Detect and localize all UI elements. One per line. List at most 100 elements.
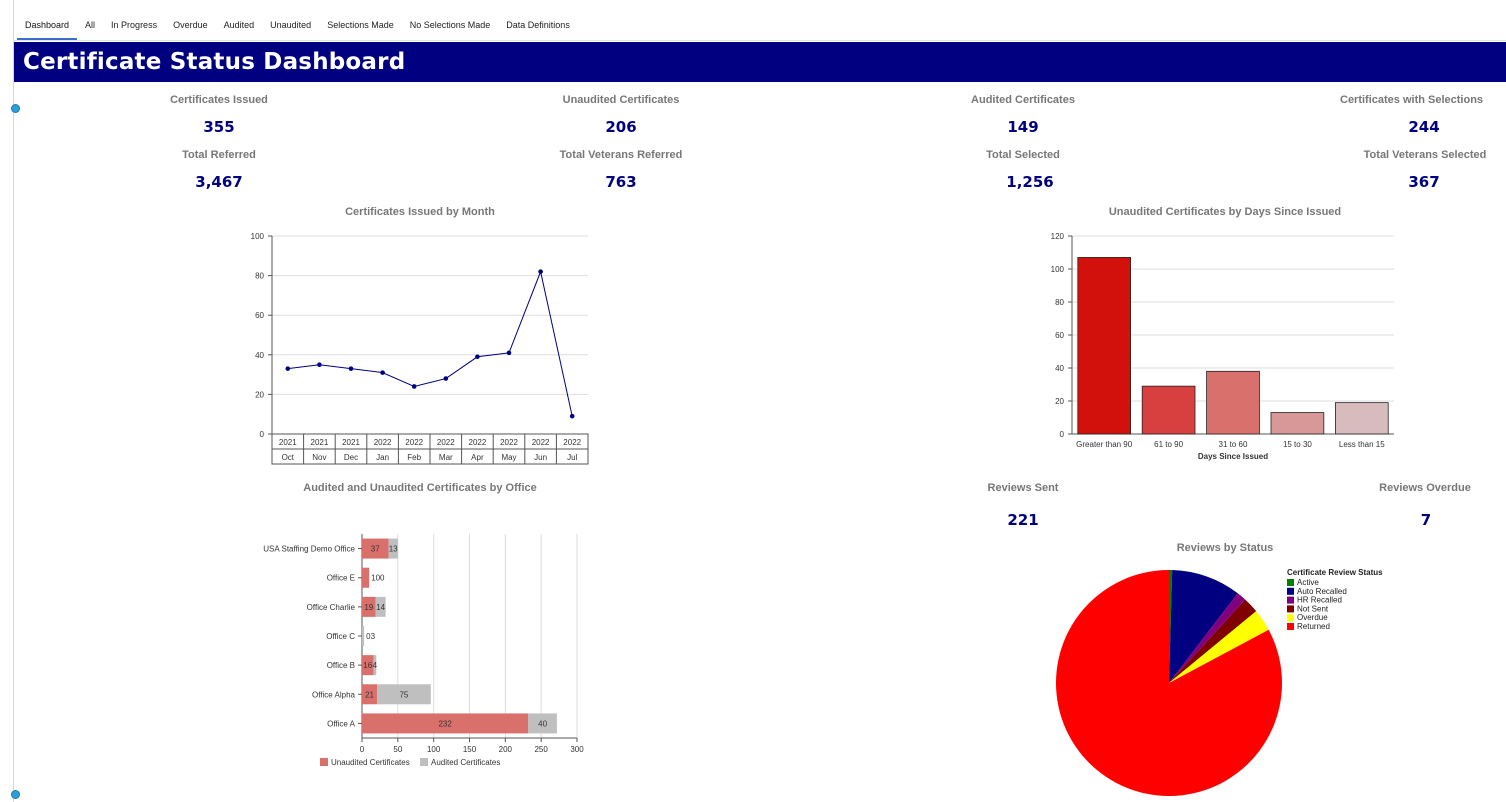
x-month-label: Mar <box>439 453 453 462</box>
y-tick-label: Office C <box>326 632 355 641</box>
kpi-total-veterans-selected-label: Total Veterans Selected <box>1363 149 1487 161</box>
y-tick-label: 20 <box>1055 397 1064 406</box>
kpi-audited-certificates-label: Audited Certificates <box>971 94 1075 106</box>
legend-swatch <box>1287 587 1294 595</box>
kpi-total-veterans-selected-value: 367 <box>1408 173 1440 191</box>
y-tick-label: 100 <box>1051 265 1065 274</box>
x-month-label: Dec <box>344 453 358 462</box>
data-label: 40 <box>538 719 547 728</box>
y-tick-label: 40 <box>255 351 264 360</box>
x-tick-label: 0 <box>360 745 365 754</box>
x-month-label: Jan <box>376 453 389 462</box>
y-tick-label: 20 <box>255 390 264 399</box>
kpi-reviews-sent-value: 221 <box>1007 511 1039 529</box>
x-year-label: 2022 <box>563 438 581 447</box>
legend-label: HR Recalled <box>1297 596 1342 605</box>
bar-segment <box>362 626 365 646</box>
legend-swatch <box>320 758 328 766</box>
x-year-label: 2022 <box>374 438 392 447</box>
x-month-label: Feb <box>407 453 421 462</box>
y-tick-label: Office Charlie <box>307 603 356 612</box>
tab-no-selections-made[interactable]: No Selections Made <box>402 14 499 34</box>
y-tick-label: 40 <box>1055 364 1064 373</box>
data-point <box>506 350 512 356</box>
data-label: 03 <box>366 632 375 641</box>
legend-title: Certificate Review Status <box>1287 568 1383 577</box>
data-label: 14 <box>376 603 385 612</box>
x-tick-label: 100 <box>427 745 441 754</box>
y-tick-label: 80 <box>1055 298 1064 307</box>
tab-all[interactable]: All <box>77 14 103 34</box>
tab-in-progress[interactable]: In Progress <box>103 14 165 34</box>
kpi-total-selected-label: Total Selected <box>986 149 1060 161</box>
kpi-reviews-overdue-value: 7 <box>1420 511 1432 529</box>
x-year-label: 2021 <box>342 438 360 447</box>
bar <box>1270 412 1325 435</box>
tab-data-definitions[interactable]: Data Definitions <box>498 14 578 34</box>
tab-dashboard[interactable]: Dashboard <box>17 14 78 40</box>
y-tick-label: Office A <box>327 719 356 728</box>
y-tick-label: Office B <box>327 661 355 670</box>
data-point <box>443 376 449 381</box>
bar <box>1206 370 1260 435</box>
y-tick-label: 120 <box>1051 232 1065 241</box>
kpi-reviews-sent-label: Reviews Sent <box>987 482 1059 494</box>
kpi-certificates-with-selections-value: 244 <box>1408 118 1440 136</box>
kpi-certificates-with-selections-clip: Certificates with Selections <box>1340 94 1506 108</box>
y-tick-label: USA Staffing Demo Office <box>263 545 355 554</box>
data-point <box>348 366 354 371</box>
anchor-dot-icon[interactable] <box>11 790 20 799</box>
legend-label: Auto Recalled <box>1297 587 1347 596</box>
x-tick-label: 50 <box>393 745 402 754</box>
data-label: 100 <box>371 574 385 583</box>
x-tick-label: 61 to 90 <box>1154 440 1183 449</box>
tab-audited[interactable]: Audited <box>216 14 263 34</box>
legend-swatch <box>1287 579 1294 586</box>
bar <box>1077 257 1132 435</box>
anchor-dot-icon[interactable] <box>11 104 20 113</box>
x-year-label: 2022 <box>532 438 550 447</box>
data-label: 21 <box>365 690 374 699</box>
x-year-label: 2021 <box>279 438 297 447</box>
tab-unaudited[interactable]: Unaudited <box>262 14 319 34</box>
x-tick-label: 150 <box>463 745 477 754</box>
legend-label: Audited Certificates <box>431 758 500 767</box>
data-label: 16 <box>363 661 372 670</box>
data-point <box>569 413 575 419</box>
pie-chart: Certificate Review StatusActiveAuto Reca… <box>1056 568 1383 796</box>
data-label: 13 <box>389 545 398 554</box>
tab-divider <box>13 40 1506 41</box>
legend-swatch <box>1287 623 1294 630</box>
x-tick-label: 250 <box>534 745 548 754</box>
kpi-certificates-issued-label: Certificates Issued <box>170 94 268 106</box>
tab-bar: Dashboard All In Progress Overdue Audite… <box>17 14 578 40</box>
x-tick-label: 15 to 30 <box>1283 440 1312 449</box>
data-label: 75 <box>399 690 408 699</box>
data-point <box>380 370 385 375</box>
bar-chart: 0 20 40 60 80 100 120 Greater than 90 61 to 90 31… <box>1051 232 1394 461</box>
title-banner: Certificate Status Dashboard <box>14 42 1506 82</box>
kpi-total-veterans-referred-label: Total Veterans Referred <box>559 149 683 161</box>
x-month-label: Jul <box>567 453 577 462</box>
tab-selections-made[interactable]: Selections Made <box>319 14 402 34</box>
data-label: 4 <box>373 661 378 670</box>
kpi-total-veterans-referred-value: 763 <box>605 173 637 191</box>
line-chart: 0 20 40 60 80 100 2021 Oct 2021 Nov 2021 Dec 2022 Jan… <box>251 232 589 465</box>
x-year-label: 2021 <box>311 438 329 447</box>
bar <box>1334 402 1389 435</box>
legend-swatch <box>1287 596 1294 604</box>
tab-overdue[interactable]: Overdue <box>165 14 216 34</box>
x-month-label: Oct <box>282 453 295 462</box>
legend-label: Active <box>1297 578 1319 587</box>
y-tick-label: 80 <box>255 272 264 281</box>
x-month-label: Apr <box>471 453 484 462</box>
legend-label: Unaudited Certificates <box>331 758 410 767</box>
x-tick-label: Greater than 90 <box>1076 440 1133 449</box>
x-month-label: Jun <box>534 453 547 462</box>
x-month-label: Nov <box>312 453 326 462</box>
data-point <box>475 354 480 360</box>
x-tick-label: 200 <box>499 745 513 754</box>
x-tick-label: 300 <box>570 745 584 754</box>
data-point <box>317 362 322 367</box>
x-month-label: May <box>501 453 516 462</box>
